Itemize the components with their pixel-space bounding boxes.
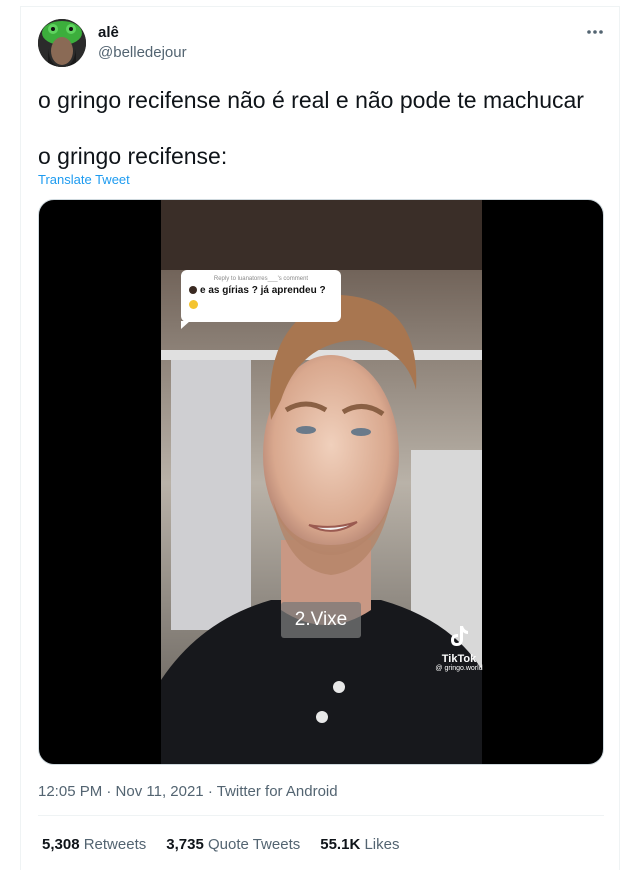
display-name[interactable]: alê [98, 24, 119, 41]
reply-comment-text: e as gírias ? já aprendeu ? [189, 285, 333, 296]
laughing-emoji-icon [189, 300, 198, 309]
tiktok-logo-icon [424, 625, 494, 652]
commenter-avatar-icon [189, 286, 197, 295]
quote-tweets-stat[interactable]: 3,735 Quote Tweets [166, 836, 300, 853]
tweet-timestamp[interactable]: 12:05 PM · Nov 11, 2021 · Twitter for An… [38, 783, 338, 800]
user-handle[interactable]: @belledejour [98, 44, 187, 61]
video-player[interactable]: Reply to luanatorres___'s comment e as g… [38, 199, 604, 765]
avatar[interactable] [38, 19, 86, 67]
video-caption: 2.Vixe [281, 602, 361, 638]
reply-to-label: Reply to luanatorres___'s comment [213, 276, 309, 282]
likes-stat[interactable]: 55.1K Likes [320, 836, 399, 853]
engagement-stats: 5,308 Retweets 3,735 Quote Tweets 55.1K … [42, 836, 399, 853]
tweet-text-line1: o gringo recifense não é real e não pode… [38, 87, 584, 113]
tiktok-watermark: TikTok @ gringo.world [424, 625, 494, 672]
more-options-icon[interactable] [583, 20, 607, 44]
tiktok-label: TikTok [441, 653, 477, 665]
translate-tweet-link[interactable]: Translate Tweet [38, 172, 130, 187]
retweets-stat[interactable]: 5,308 Retweets [42, 836, 146, 853]
tweet-text-line2: o gringo recifense: [38, 143, 228, 169]
tiktok-user: @ gringo.world [435, 665, 483, 672]
divider [38, 815, 604, 816]
reply-bubble: Reply to luanatorres___'s comment e as g… [181, 270, 341, 329]
